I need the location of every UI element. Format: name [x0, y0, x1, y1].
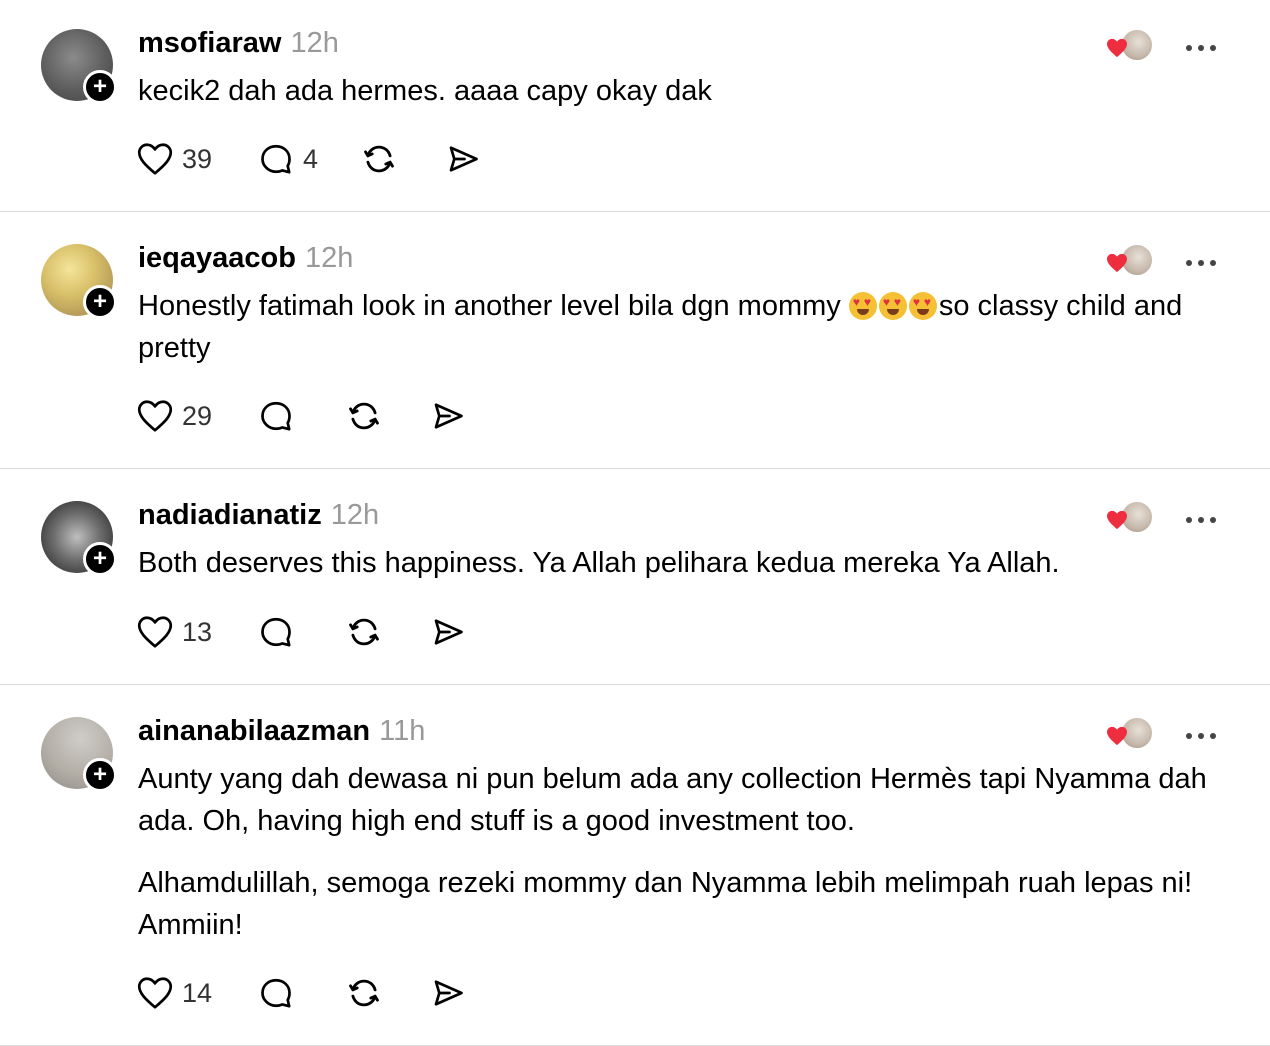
speech-bubble-icon	[261, 978, 291, 1008]
plus-icon: +	[92, 288, 107, 315]
post-paragraph: kecik2 dah ada hermes. aaaa capy okay da…	[138, 75, 712, 107]
post-paragraph: Honestly fatimah look in another level b…	[138, 285, 1228, 369]
like-count: 29	[182, 400, 213, 431]
thread-post: + ieqayaacob 12h Honestly fatimah look in…	[0, 212, 1270, 469]
heart-outline-icon	[137, 616, 173, 648]
post-text-part: Honestly fatimah look in another level b…	[138, 290, 849, 322]
speech-bubble-icon	[261, 401, 291, 431]
post-header: nadiadianatiz 12h	[138, 499, 379, 532]
more-button[interactable]	[1186, 510, 1222, 523]
repost-arrows-icon	[349, 979, 379, 1007]
red-heart-icon	[1107, 253, 1127, 273]
liked-by-author-indicator	[1106, 716, 1154, 750]
share-button[interactable]	[429, 614, 467, 650]
send-paper-plane-icon	[434, 619, 463, 645]
post-header: msofiaraw 12h	[138, 27, 339, 60]
liked-by-author-indicator	[1106, 28, 1154, 62]
reply-button[interactable]	[258, 614, 303, 650]
post-header: ieqayaacob 12h	[138, 242, 353, 275]
follow-button[interactable]: +	[83, 285, 117, 319]
repost-arrows-icon	[364, 145, 394, 173]
action-bar: 39 4	[137, 141, 482, 177]
repost-button[interactable]	[345, 613, 383, 651]
more-dots-icon	[1186, 733, 1192, 739]
thread-post: + msofiaraw 12h kecik2 dah ada hermes. aa…	[0, 0, 1270, 212]
more-button[interactable]	[1186, 726, 1222, 739]
like-button[interactable]: 13	[137, 615, 212, 649]
repost-button[interactable]	[360, 140, 398, 178]
like-count: 14	[182, 977, 213, 1008]
plus-icon: +	[92, 761, 107, 788]
heart-eyes-emoji-icon	[908, 292, 937, 320]
heart-eyes-emoji-icon	[878, 292, 907, 320]
timestamp: 11h	[379, 715, 426, 747]
repost-arrows-icon	[349, 402, 379, 430]
heart-outline-icon	[137, 977, 173, 1009]
timestamp: 12h	[290, 27, 339, 59]
reply-button[interactable]	[258, 398, 303, 434]
follow-button[interactable]: +	[83, 542, 117, 576]
action-bar: 29	[137, 398, 467, 434]
repost-button[interactable]	[345, 974, 383, 1012]
red-heart-icon	[1107, 510, 1127, 530]
post-text: Honestly fatimah look in another level b…	[138, 285, 1228, 369]
more-button[interactable]	[1186, 253, 1222, 266]
heart-outline-icon	[137, 400, 173, 432]
post-paragraph: Both deserves this happiness. Ya Allah p…	[138, 547, 1060, 579]
more-dots-icon	[1186, 45, 1192, 51]
follow-button[interactable]: +	[83, 70, 117, 104]
share-button[interactable]	[444, 141, 482, 177]
more-button[interactable]	[1186, 38, 1222, 51]
liked-by-author-indicator	[1106, 243, 1154, 277]
more-dots-icon	[1186, 517, 1192, 523]
send-paper-plane-icon	[434, 980, 463, 1006]
username[interactable]: msofiaraw	[138, 27, 281, 59]
more-dots-icon	[1186, 260, 1192, 266]
red-heart-icon	[1107, 38, 1127, 58]
post-header: ainanabilaazman 11h	[138, 715, 425, 748]
username[interactable]: nadiadianatiz	[138, 499, 322, 531]
post-paragraph: Alhamdulillah, semoga rezeki mommy dan N…	[138, 867, 1193, 941]
reply-button[interactable]: 4	[258, 141, 318, 177]
thread-post: + ainanabilaazman 11h Aunty yang dah dewa…	[0, 685, 1270, 1046]
like-button[interactable]: 39	[137, 142, 212, 176]
username[interactable]: ainanabilaazman	[138, 715, 370, 747]
speech-bubble-icon	[261, 144, 291, 174]
plus-icon: +	[92, 73, 107, 100]
action-bar: 14	[137, 975, 467, 1011]
send-paper-plane-icon	[434, 403, 463, 429]
timestamp: 12h	[304, 242, 354, 274]
liked-by-author-indicator	[1106, 500, 1154, 534]
heart-eyes-emoji-icon	[848, 292, 877, 320]
post-paragraph: Aunty yang dah dewasa ni pun belum ada a…	[138, 763, 1207, 837]
username[interactable]: ieqayaacob	[138, 242, 296, 274]
like-button[interactable]: 29	[137, 399, 212, 433]
heart-outline-icon	[137, 143, 173, 175]
plus-icon: +	[92, 545, 107, 572]
speech-bubble-icon	[261, 617, 291, 647]
repost-button[interactable]	[345, 397, 383, 435]
timestamp: 12h	[330, 499, 380, 531]
like-count: 39	[182, 143, 213, 174]
share-button[interactable]	[429, 975, 467, 1011]
action-bar: 13	[137, 614, 467, 650]
follow-button[interactable]: +	[83, 758, 117, 792]
reply-count: 4	[303, 143, 319, 174]
post-text: kecik2 dah ada hermes. aaaa capy okay da…	[138, 70, 1228, 112]
like-button[interactable]: 14	[137, 976, 212, 1010]
like-count: 13	[182, 616, 213, 647]
repost-arrows-icon	[349, 618, 379, 646]
send-paper-plane-icon	[449, 146, 478, 172]
red-heart-icon	[1107, 726, 1127, 746]
thread-post: + nadiadianatiz 12h Both deserves this ha…	[0, 469, 1270, 685]
share-button[interactable]	[429, 398, 467, 434]
post-text: Aunty yang dah dewasa ni pun belum ada a…	[138, 758, 1228, 946]
reply-button[interactable]	[258, 975, 303, 1011]
post-text: Both deserves this happiness. Ya Allah p…	[138, 542, 1228, 584]
